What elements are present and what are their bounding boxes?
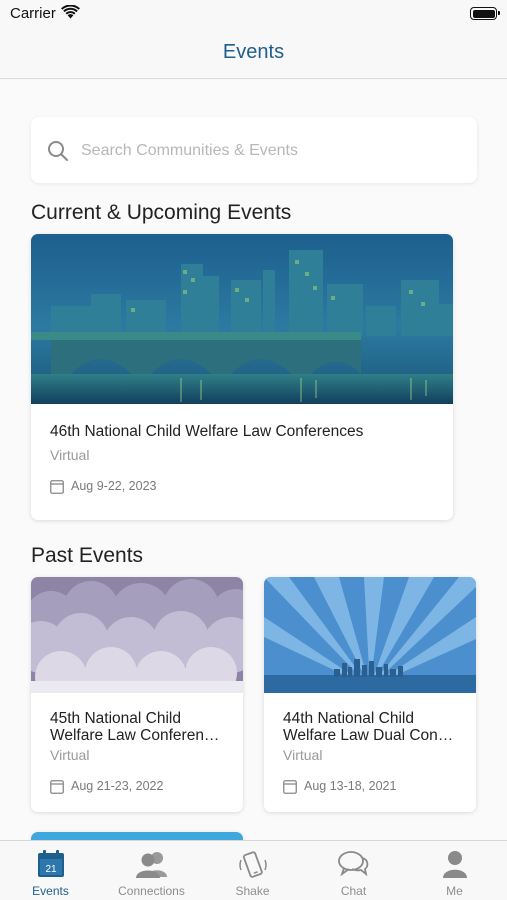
status-bar: Carrier — [0, 0, 507, 30]
past-events-heading: Past Events — [31, 544, 144, 567]
event-image — [31, 234, 453, 404]
calendar-day-badge: 21 — [45, 864, 57, 875]
search-placeholder: Search Communities & Events — [81, 142, 298, 159]
page-title: Events — [222, 41, 285, 63]
tab-label: Events — [32, 884, 69, 898]
event-card[interactable]: 46th National Child Welfare Law Conferen… — [31, 234, 453, 520]
event-date: Aug 9-22, 2023 — [71, 479, 157, 493]
event-image — [264, 577, 476, 693]
phone-shake-icon — [238, 851, 267, 878]
chat-bubbles-icon — [337, 851, 368, 877]
event-title-line1: 45th National Child — [50, 710, 181, 727]
tab-label: Chat — [340, 884, 367, 898]
past-event-card[interactable]: 44th National Child Welfare Law Dual Con… — [264, 577, 476, 812]
past-event-card-partial[interactable] — [31, 832, 243, 840]
calendar-icon — [50, 780, 64, 794]
calendar-icon — [50, 480, 64, 494]
event-title-line1: 44th National Child — [283, 710, 414, 727]
event-location: Virtual — [50, 747, 90, 763]
tab-label: Connections — [118, 884, 185, 898]
event-location: Virtual — [283, 747, 323, 763]
wifi-icon — [61, 5, 80, 19]
event-date: Aug 21-23, 2022 — [71, 779, 164, 793]
search-input[interactable]: Search Communities & Events — [31, 117, 477, 183]
tab-me[interactable]: Me — [404, 841, 505, 900]
navigation-bar: Events — [0, 30, 507, 79]
event-title-line2: Welfare Law Conferen… — [50, 727, 220, 744]
carrier-label: Carrier — [10, 5, 56, 22]
event-date: Aug 13-18, 2021 — [304, 779, 397, 793]
current-events-heading: Current & Upcoming Events — [31, 201, 292, 224]
tab-shake[interactable]: Shake — [202, 841, 303, 900]
event-title: 46th National Child Welfare Law Conferen… — [50, 423, 364, 440]
tab-events[interactable]: 21 Events — [0, 841, 101, 900]
tab-label: Me — [446, 884, 463, 898]
tab-connections[interactable]: Connections — [101, 841, 202, 900]
calendar-icon — [283, 780, 297, 794]
battery-icon — [470, 7, 500, 20]
search-icon — [48, 141, 68, 161]
calendar-icon: 21 — [37, 850, 64, 877]
events-content[interactable]: Search Communities & Events Current & Up… — [0, 80, 507, 840]
event-title-line2: Welfare Law Dual Con… — [283, 727, 454, 744]
tab-bar: 21 Events Connections Shake Chat Me — [0, 840, 507, 900]
event-image — [31, 577, 243, 693]
person-icon — [442, 851, 467, 878]
tab-chat[interactable]: Chat — [303, 841, 404, 900]
past-event-card[interactable]: 45th National Child Welfare Law Conferen… — [31, 577, 243, 812]
tab-label: Shake — [235, 884, 270, 898]
people-icon — [135, 852, 167, 878]
event-location: Virtual — [50, 447, 90, 463]
